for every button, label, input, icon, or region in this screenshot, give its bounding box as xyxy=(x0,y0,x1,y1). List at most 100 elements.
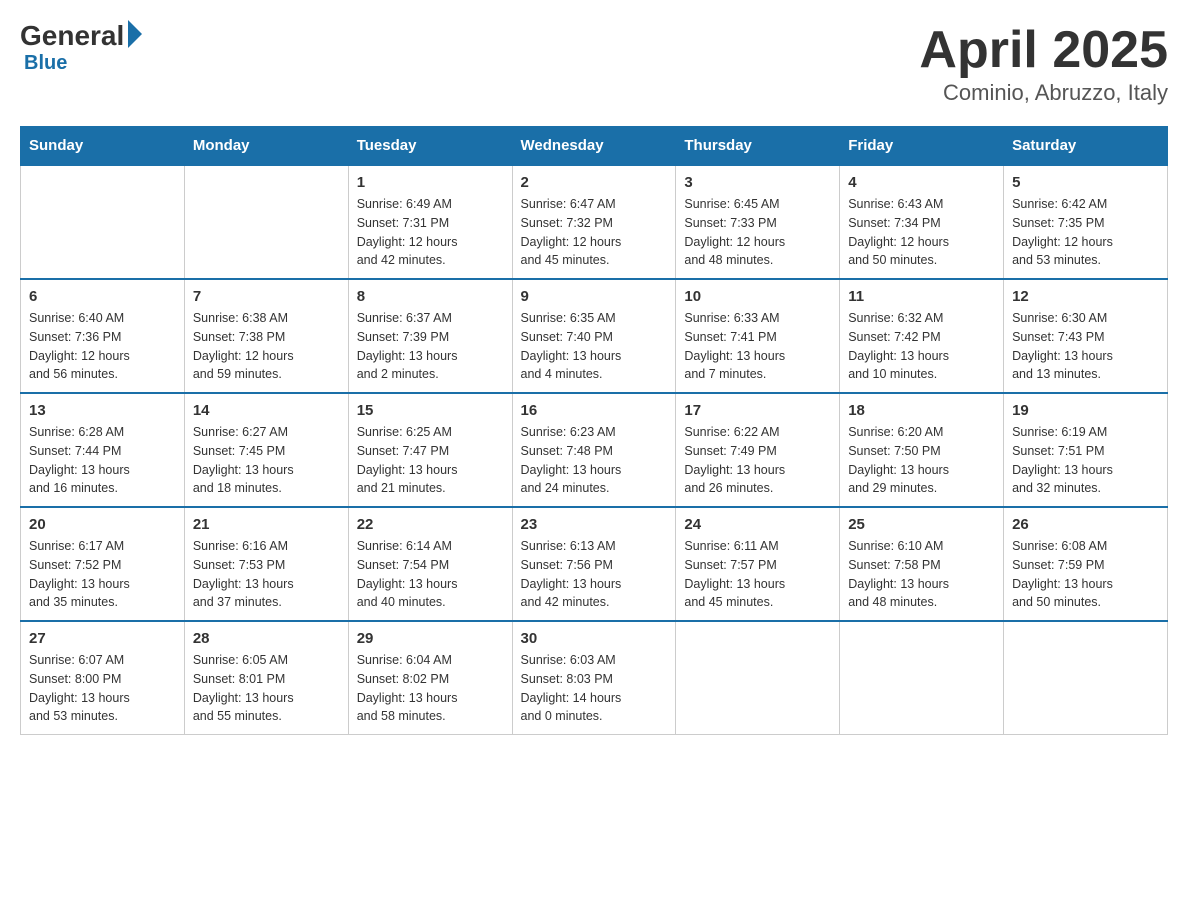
calendar-cell: 2 Sunrise: 6:47 AM Sunset: 7:32 PM Daylig… xyxy=(512,165,676,279)
calendar-cell xyxy=(1004,621,1168,735)
calendar-cell: 27 Sunrise: 6:07 AM Sunset: 8:00 PM Dayli… xyxy=(21,621,185,735)
day-number: 14 xyxy=(193,402,340,419)
column-header-thursday: Thursday xyxy=(676,127,840,166)
day-number: 12 xyxy=(1012,288,1159,305)
calendar-table: SundayMondayTuesdayWednesdayThursdayFrid… xyxy=(20,126,1168,735)
day-number: 25 xyxy=(848,516,995,533)
day-number: 17 xyxy=(684,402,831,419)
calendar-cell: 16Sunrise: 6:23 AM Sunset: 7:48 PM Dayli… xyxy=(512,393,676,507)
day-info: Sunrise: 6:13 AM Sunset: 7:56 PM Dayligh… xyxy=(521,537,668,612)
calendar-cell: 28Sunrise: 6:05 AM Sunset: 8:01 PM Dayli… xyxy=(184,621,348,735)
calendar-week-row: 13 Sunrise: 6:28 AM Sunset: 7:44 PM Dayli… xyxy=(21,393,1168,507)
day-info: Sunrise: 6:14 AM Sunset: 7:54 PM Dayligh… xyxy=(357,537,504,612)
day-info: Sunrise: 6:42 AM Sunset: 7:35 PM Dayligh… xyxy=(1012,195,1159,270)
calendar-cell: 23 Sunrise: 6:13 AM Sunset: 7:56 PM Dayli… xyxy=(512,507,676,621)
day-info: Sunrise: 6:19 AM Sunset: 7:51 PM Dayligh… xyxy=(1012,423,1159,498)
calendar-cell: 24 Sunrise: 6:11 AM Sunset: 7:57 PM Dayli… xyxy=(676,507,840,621)
calendar-cell: 26Sunrise: 6:08 AM Sunset: 7:59 PM Dayli… xyxy=(1004,507,1168,621)
day-info: Sunrise: 6:25 AM Sunset: 7:47 PM Dayligh… xyxy=(357,423,504,498)
day-info: Sunrise: 6:17 AM Sunset: 7:52 PM Dayligh… xyxy=(29,537,176,612)
day-number: 22 xyxy=(357,516,504,533)
logo-arrow-icon xyxy=(128,20,142,48)
calendar-title: April 2025 xyxy=(919,20,1168,80)
day-number: 2 xyxy=(521,174,668,191)
calendar-cell: 14 Sunrise: 6:27 AM Sunset: 7:45 PM Dayli… xyxy=(184,393,348,507)
day-number: 16 xyxy=(521,402,668,419)
calendar-cell: 12 Sunrise: 6:30 AM Sunset: 7:43 PM Dayli… xyxy=(1004,279,1168,393)
calendar-week-row: 1Sunrise: 6:49 AM Sunset: 7:31 PM Daylig… xyxy=(21,165,1168,279)
day-info: Sunrise: 6:04 AM Sunset: 8:02 PM Dayligh… xyxy=(357,651,504,726)
calendar-cell: 9 Sunrise: 6:35 AM Sunset: 7:40 PM Daylig… xyxy=(512,279,676,393)
day-info: Sunrise: 6:33 AM Sunset: 7:41 PM Dayligh… xyxy=(684,309,831,384)
calendar-cell: 5 Sunrise: 6:42 AM Sunset: 7:35 PM Daylig… xyxy=(1004,165,1168,279)
calendar-cell xyxy=(184,165,348,279)
calendar-cell: 30Sunrise: 6:03 AM Sunset: 8:03 PM Dayli… xyxy=(512,621,676,735)
day-number: 18 xyxy=(848,402,995,419)
calendar-cell: 6 Sunrise: 6:40 AM Sunset: 7:36 PM Daylig… xyxy=(21,279,185,393)
day-info: Sunrise: 6:40 AM Sunset: 7:36 PM Dayligh… xyxy=(29,309,176,384)
calendar-cell xyxy=(676,621,840,735)
page-header: General Blue April 2025 Cominio, Abruzzo… xyxy=(20,20,1168,106)
calendar-cell: 4Sunrise: 6:43 AM Sunset: 7:34 PM Daylig… xyxy=(840,165,1004,279)
day-info: Sunrise: 6:08 AM Sunset: 7:59 PM Dayligh… xyxy=(1012,537,1159,612)
calendar-cell: 20 Sunrise: 6:17 AM Sunset: 7:52 PM Dayli… xyxy=(21,507,185,621)
title-section: April 2025 Cominio, Abruzzo, Italy xyxy=(919,20,1168,106)
day-info: Sunrise: 6:35 AM Sunset: 7:40 PM Dayligh… xyxy=(521,309,668,384)
day-info: Sunrise: 6:27 AM Sunset: 7:45 PM Dayligh… xyxy=(193,423,340,498)
day-number: 13 xyxy=(29,402,176,419)
day-info: Sunrise: 6:30 AM Sunset: 7:43 PM Dayligh… xyxy=(1012,309,1159,384)
calendar-cell: 11 Sunrise: 6:32 AM Sunset: 7:42 PM Dayli… xyxy=(840,279,1004,393)
calendar-week-row: 6 Sunrise: 6:40 AM Sunset: 7:36 PM Daylig… xyxy=(21,279,1168,393)
day-number: 5 xyxy=(1012,174,1159,191)
day-info: Sunrise: 6:20 AM Sunset: 7:50 PM Dayligh… xyxy=(848,423,995,498)
calendar-week-row: 20 Sunrise: 6:17 AM Sunset: 7:52 PM Dayli… xyxy=(21,507,1168,621)
day-number: 6 xyxy=(29,288,176,305)
day-number: 11 xyxy=(848,288,995,305)
day-number: 9 xyxy=(521,288,668,305)
column-header-tuesday: Tuesday xyxy=(348,127,512,166)
day-number: 8 xyxy=(357,288,504,305)
day-number: 24 xyxy=(684,516,831,533)
day-number: 7 xyxy=(193,288,340,305)
calendar-cell: 17 Sunrise: 6:22 AM Sunset: 7:49 PM Dayli… xyxy=(676,393,840,507)
column-header-friday: Friday xyxy=(840,127,1004,166)
day-info: Sunrise: 6:16 AM Sunset: 7:53 PM Dayligh… xyxy=(193,537,340,612)
calendar-week-row: 27 Sunrise: 6:07 AM Sunset: 8:00 PM Dayli… xyxy=(21,621,1168,735)
day-info: Sunrise: 6:47 AM Sunset: 7:32 PM Dayligh… xyxy=(521,195,668,270)
day-number: 21 xyxy=(193,516,340,533)
day-info: Sunrise: 6:28 AM Sunset: 7:44 PM Dayligh… xyxy=(29,423,176,498)
day-info: Sunrise: 6:45 AM Sunset: 7:33 PM Dayligh… xyxy=(684,195,831,270)
day-info: Sunrise: 6:22 AM Sunset: 7:49 PM Dayligh… xyxy=(684,423,831,498)
calendar-cell: 19Sunrise: 6:19 AM Sunset: 7:51 PM Dayli… xyxy=(1004,393,1168,507)
day-number: 20 xyxy=(29,516,176,533)
calendar-header-row: SundayMondayTuesdayWednesdayThursdayFrid… xyxy=(21,127,1168,166)
day-info: Sunrise: 6:37 AM Sunset: 7:39 PM Dayligh… xyxy=(357,309,504,384)
calendar-cell: 21 Sunrise: 6:16 AM Sunset: 7:53 PM Dayli… xyxy=(184,507,348,621)
day-info: Sunrise: 6:05 AM Sunset: 8:01 PM Dayligh… xyxy=(193,651,340,726)
calendar-subtitle: Cominio, Abruzzo, Italy xyxy=(919,80,1168,106)
calendar-cell: 1Sunrise: 6:49 AM Sunset: 7:31 PM Daylig… xyxy=(348,165,512,279)
day-number: 4 xyxy=(848,174,995,191)
calendar-cell: 18 Sunrise: 6:20 AM Sunset: 7:50 PM Dayli… xyxy=(840,393,1004,507)
day-number: 29 xyxy=(357,630,504,647)
column-header-sunday: Sunday xyxy=(21,127,185,166)
day-number: 15 xyxy=(357,402,504,419)
day-info: Sunrise: 6:07 AM Sunset: 8:00 PM Dayligh… xyxy=(29,651,176,726)
day-number: 27 xyxy=(29,630,176,647)
column-header-wednesday: Wednesday xyxy=(512,127,676,166)
calendar-cell: 10Sunrise: 6:33 AM Sunset: 7:41 PM Dayli… xyxy=(676,279,840,393)
day-info: Sunrise: 6:32 AM Sunset: 7:42 PM Dayligh… xyxy=(848,309,995,384)
calendar-cell: 29 Sunrise: 6:04 AM Sunset: 8:02 PM Dayli… xyxy=(348,621,512,735)
day-number: 3 xyxy=(684,174,831,191)
logo-blue-text: Blue xyxy=(24,52,67,75)
column-header-monday: Monday xyxy=(184,127,348,166)
calendar-cell: 3 Sunrise: 6:45 AM Sunset: 7:33 PM Daylig… xyxy=(676,165,840,279)
day-number: 23 xyxy=(521,516,668,533)
day-info: Sunrise: 6:49 AM Sunset: 7:31 PM Dayligh… xyxy=(357,195,504,270)
day-info: Sunrise: 6:11 AM Sunset: 7:57 PM Dayligh… xyxy=(684,537,831,612)
calendar-cell: 15 Sunrise: 6:25 AM Sunset: 7:47 PM Dayli… xyxy=(348,393,512,507)
calendar-cell: 8 Sunrise: 6:37 AM Sunset: 7:39 PM Daylig… xyxy=(348,279,512,393)
calendar-cell: 13 Sunrise: 6:28 AM Sunset: 7:44 PM Dayli… xyxy=(21,393,185,507)
calendar-cell: 25Sunrise: 6:10 AM Sunset: 7:58 PM Dayli… xyxy=(840,507,1004,621)
day-info: Sunrise: 6:38 AM Sunset: 7:38 PM Dayligh… xyxy=(193,309,340,384)
